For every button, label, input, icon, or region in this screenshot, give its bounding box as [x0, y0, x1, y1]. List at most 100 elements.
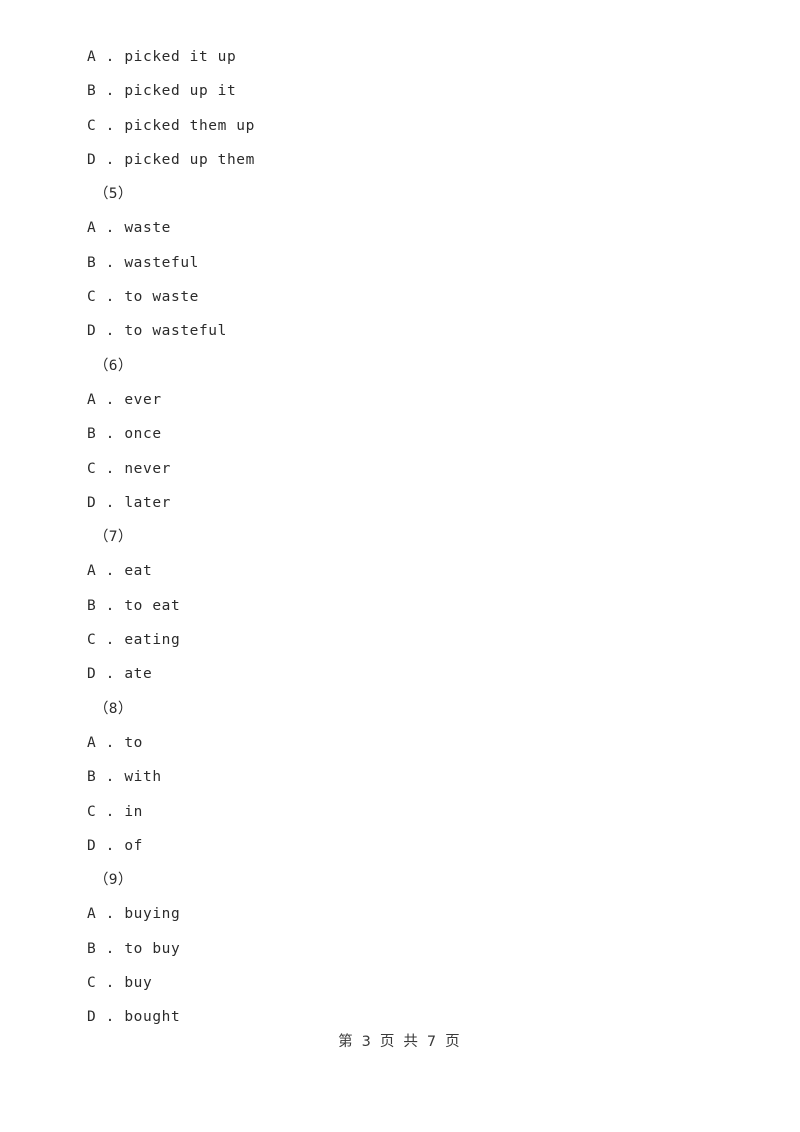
option-text: eating — [124, 632, 181, 649]
option-separator: . — [96, 83, 125, 100]
option-text: buy — [124, 975, 153, 992]
option-text: to waste — [124, 289, 199, 306]
question-number: （8） — [87, 692, 747, 726]
option-separator: . — [96, 391, 125, 408]
option-separator: . — [96, 220, 125, 237]
answer-option-d: D . to wasteful — [87, 314, 747, 348]
question-number-text: （5） — [94, 186, 133, 203]
option-letter: B — [87, 597, 97, 614]
option-letter: C — [87, 975, 97, 992]
question-number: （5） — [87, 177, 747, 211]
answer-option-d: D . ate — [87, 657, 747, 691]
option-letter: B — [87, 426, 97, 443]
option-separator: . — [96, 906, 125, 923]
option-text: to buy — [124, 940, 181, 957]
option-text: to eat — [124, 597, 181, 614]
answer-option-a: A . ever — [87, 383, 747, 417]
answer-option-b: B . to buy — [87, 932, 747, 966]
answer-option-b: B . to eat — [87, 589, 747, 623]
question-number-text: （8） — [94, 700, 133, 717]
option-separator: . — [96, 632, 125, 649]
answer-option-b: B . wasteful — [87, 246, 747, 280]
option-letter: A — [87, 563, 97, 580]
option-separator: . — [96, 803, 125, 820]
option-text: buying — [124, 906, 181, 923]
option-letter: B — [87, 940, 97, 957]
answer-option-c: C . in — [87, 795, 747, 829]
option-text: ate — [124, 666, 153, 683]
option-letter: D — [87, 666, 97, 683]
option-letter: D — [87, 1009, 97, 1026]
option-text: never — [124, 460, 171, 477]
option-separator: . — [96, 975, 125, 992]
option-text: in — [124, 803, 144, 820]
question-number-text: （9） — [94, 872, 133, 889]
option-separator: . — [96, 151, 125, 168]
answer-option-a: A . buying — [87, 897, 747, 931]
answer-option-b: B . once — [87, 417, 747, 451]
option-letter: B — [87, 83, 97, 100]
option-letter: D — [87, 151, 97, 168]
answer-option-b: B . with — [87, 760, 747, 794]
option-separator: . — [96, 117, 125, 134]
option-text: ever — [124, 391, 162, 408]
option-separator: . — [96, 289, 125, 306]
option-text: of — [124, 837, 144, 854]
answer-option-a: A . waste — [87, 211, 747, 245]
document-page: A . picked it up B . picked up it C . pick… — [0, 0, 800, 1132]
option-separator: . — [96, 460, 125, 477]
option-text: waste — [124, 220, 171, 237]
option-text: picked them up — [124, 117, 255, 134]
question-options-list: A . picked it up B . picked up it C . pick… — [87, 40, 747, 1035]
option-letter: D — [87, 837, 97, 854]
option-separator: . — [96, 837, 125, 854]
option-letter: C — [87, 289, 97, 306]
question-number: （7） — [87, 520, 747, 554]
option-letter: A — [87, 734, 97, 751]
option-text: once — [124, 426, 162, 443]
answer-option-a: A . to — [87, 726, 747, 760]
option-separator: . — [96, 494, 125, 511]
option-separator: . — [96, 49, 125, 65]
option-text: eat — [124, 563, 153, 580]
answer-option-c: C . picked them up — [87, 109, 747, 143]
option-letter: D — [87, 323, 97, 340]
page-number-label: 第 3 页 共 7 页 — [338, 1034, 462, 1050]
option-letter: B — [87, 769, 97, 786]
option-separator: . — [96, 769, 125, 786]
answer-option-d: D . of — [87, 829, 747, 863]
option-text: picked up them — [124, 151, 255, 168]
answer-option-c: C . to waste — [87, 280, 747, 314]
option-letter: C — [87, 117, 97, 134]
option-separator: . — [96, 323, 125, 340]
option-text: bought — [124, 1009, 181, 1026]
option-separator: . — [96, 254, 125, 271]
answer-option-d: D . picked up them — [87, 143, 747, 177]
option-separator: . — [96, 1009, 125, 1026]
page-footer: 第 3 页 共 7 页 — [0, 1030, 800, 1051]
option-letter: A — [87, 49, 97, 65]
option-text: picked it up — [124, 49, 237, 65]
option-separator: . — [96, 563, 125, 580]
option-text: with — [124, 769, 162, 786]
option-separator: . — [96, 734, 125, 751]
answer-option-a: A . picked it up — [87, 40, 747, 74]
question-number: （9） — [87, 863, 747, 897]
option-letter: A — [87, 906, 97, 923]
answer-option-a: A . eat — [87, 554, 747, 588]
question-number: （6） — [87, 349, 747, 383]
option-text: to — [124, 734, 144, 751]
option-separator: . — [96, 940, 125, 957]
option-separator: . — [96, 666, 125, 683]
option-letter: D — [87, 494, 97, 511]
option-text: picked up it — [124, 83, 237, 100]
question-number-text: （6） — [94, 357, 133, 374]
option-letter: A — [87, 391, 97, 408]
answer-option-c: C . eating — [87, 623, 747, 657]
answer-option-b: B . picked up it — [87, 74, 747, 108]
option-letter: C — [87, 460, 97, 477]
option-letter: C — [87, 803, 97, 820]
answer-option-d: D . later — [87, 486, 747, 520]
option-text: to wasteful — [124, 323, 227, 340]
option-letter: B — [87, 254, 97, 271]
